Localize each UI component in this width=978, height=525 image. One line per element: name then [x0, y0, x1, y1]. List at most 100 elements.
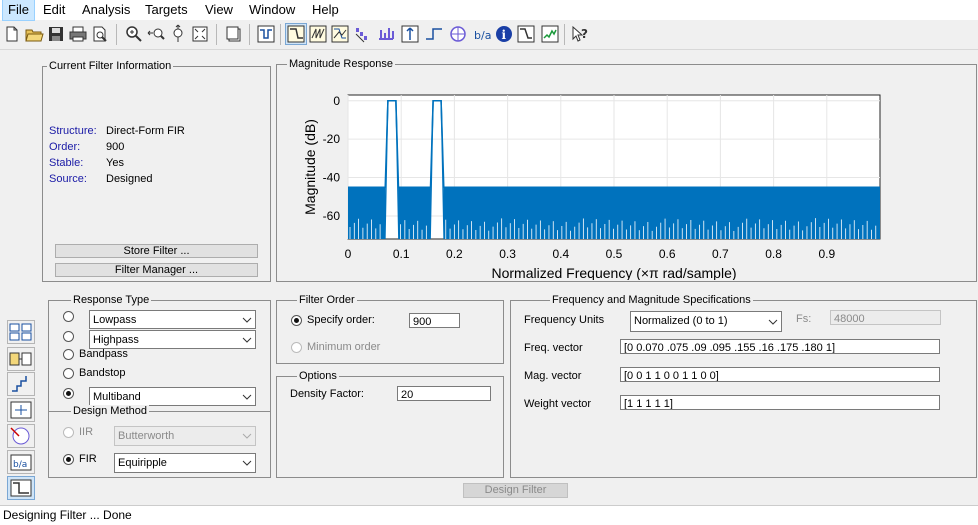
options-panel: Options Density Factor: 20	[276, 370, 504, 478]
lowpass-radio[interactable]	[63, 311, 74, 322]
new-icon[interactable]	[2, 24, 22, 44]
multiband-radio[interactable]	[63, 388, 74, 399]
transform-filter-icon[interactable]	[7, 320, 35, 344]
import-filter-icon[interactable]: b/a	[7, 450, 35, 474]
iir-radio[interactable]	[63, 427, 74, 438]
panel-title: Magnitude Response	[287, 58, 395, 70]
menu-edit[interactable]: Edit	[38, 0, 70, 20]
design-filter-icon[interactable]	[7, 476, 35, 500]
print-icon[interactable]	[68, 24, 88, 44]
step-response-icon[interactable]	[424, 24, 444, 44]
source-label: Source:	[49, 173, 87, 185]
order-input[interactable]: 900	[409, 313, 460, 328]
x-tick-label: 0.2	[446, 247, 463, 261]
x-tick-label: 0.1	[393, 247, 410, 261]
realize-model-icon[interactable]	[7, 398, 35, 422]
magnitude-phase-icon[interactable]	[330, 24, 350, 44]
store-filter-button[interactable]: Store Filter ...	[55, 244, 258, 258]
fs-label: Fs:	[796, 313, 812, 325]
menu-window[interactable]: Window	[244, 0, 300, 20]
new-figure-icon[interactable]	[224, 24, 244, 44]
highpass-radio[interactable]	[63, 331, 74, 342]
pole-zero-icon[interactable]	[448, 24, 468, 44]
bandstop-radio[interactable]	[63, 368, 74, 379]
lowpass-select[interactable]: Lowpass	[89, 310, 256, 329]
save-icon[interactable]	[46, 24, 66, 44]
zoom-in-icon[interactable]	[124, 24, 144, 44]
magnitude-response-icon[interactable]	[285, 23, 307, 45]
chevron-down-icon	[239, 311, 255, 328]
iir-label: IIR	[79, 426, 94, 438]
freq-units-label: Frequency Units	[524, 314, 605, 326]
mag-vector-input[interactable]: [0 0 1 1 0 0 1 1 0 0]	[620, 367, 940, 382]
design-filter-button[interactable]: Design Filter	[463, 483, 568, 498]
filter-designer-icon[interactable]	[256, 24, 276, 44]
phase-response-icon[interactable]	[308, 24, 328, 44]
y-ticks: 0 -20 -40 -60	[323, 94, 341, 223]
chevron-down-icon	[239, 388, 255, 405]
open-icon[interactable]	[24, 24, 44, 44]
toolbar-separator	[280, 24, 281, 45]
iir-method-select[interactable]: Butterworth	[114, 426, 256, 446]
specify-order-radio[interactable]	[291, 315, 302, 326]
freq-units-value: Normalized (0 to 1)	[634, 315, 728, 327]
zoom-x-icon[interactable]	[146, 24, 166, 44]
print-preview-icon[interactable]	[90, 24, 110, 44]
menu-analysis[interactable]: Analysis	[77, 0, 135, 20]
menu-file[interactable]: File	[2, 0, 35, 21]
magnitude-response-chart[interactable]: 0 0.1 0.2 0.3 0.4 0.5 0.6 0.7 0.8 0.9 0-20-40-60 …	[277, 70, 974, 280]
group-delay-icon[interactable]	[352, 24, 372, 44]
fs-input[interactable]: 48000	[830, 310, 941, 325]
minimum-order-radio[interactable]	[291, 342, 302, 353]
side-tool-column: b/a	[0, 62, 40, 502]
highpass-select[interactable]: Highpass	[89, 330, 256, 349]
filter-info-icon[interactable]: i	[494, 24, 514, 44]
x-tick-label: 0	[345, 247, 352, 261]
iir-method-value: Butterworth	[118, 430, 175, 442]
whats-this-icon[interactable]: ?	[570, 24, 590, 44]
multiband-select[interactable]: Multiband	[89, 387, 256, 406]
panel-title: Current Filter Information	[47, 60, 174, 72]
filter-order-panel: Filter Order Specify order: 900 Minimum …	[276, 294, 504, 364]
filter-coefficients-icon[interactable]: b/a	[472, 24, 492, 44]
freq-units-select[interactable]: Normalized (0 to 1)	[630, 311, 782, 332]
menu-help[interactable]: Help	[307, 0, 344, 20]
density-factor-input[interactable]: 20	[397, 386, 491, 401]
fir-radio[interactable]	[63, 454, 74, 465]
menu-view[interactable]: View	[200, 0, 238, 20]
round-off-noise-icon[interactable]	[540, 24, 560, 44]
quantization-icon[interactable]	[7, 372, 35, 396]
impulse-response-icon[interactable]	[400, 24, 420, 44]
toolbar-separator	[216, 24, 217, 45]
weight-vector-input[interactable]: [1 1 1 1 1]	[620, 395, 940, 410]
status-bar: Designing Filter ... Done	[0, 505, 978, 525]
menu-bar: File Edit Analysis Targets View Window H…	[0, 0, 978, 21]
y-tick-label: -40	[323, 171, 341, 185]
svg-text:i: i	[502, 28, 507, 42]
stable-label: Stable:	[49, 157, 84, 169]
menu-targets[interactable]: Targets	[140, 0, 193, 20]
pole-zero-editor-icon[interactable]	[7, 424, 35, 448]
bandstop-label[interactable]: Bandstop	[79, 367, 125, 380]
bandpass-radio[interactable]	[63, 349, 74, 360]
phase-delay-icon[interactable]	[376, 24, 396, 44]
create-multirate-icon[interactable]	[7, 347, 35, 371]
minimum-order-label: Minimum order	[307, 341, 381, 353]
filter-manager-button[interactable]: Filter Manager ...	[55, 263, 258, 277]
freq-vector-label: Freq. vector	[524, 342, 583, 354]
bandpass-label[interactable]: Bandpass	[79, 348, 128, 361]
freq-vector-input[interactable]: [0 0.070 .075 .09 .095 .155 .16 .175 .18…	[620, 339, 940, 354]
panel-title: Frequency and Magnitude Specifications	[550, 294, 753, 306]
magnitude-estimate-icon[interactable]	[516, 24, 536, 44]
stopband-ripple	[398, 187, 431, 239]
full-view-icon[interactable]	[190, 24, 210, 44]
x-tick-label: 0.7	[712, 247, 729, 261]
x-tick-label: 0.3	[499, 247, 516, 261]
multiband-select-value: Multiband	[93, 391, 141, 403]
zoom-y-icon[interactable]	[168, 24, 188, 44]
freq-mag-specs-panel: Frequency and Magnitude Specifications F…	[510, 294, 977, 478]
fir-method-select[interactable]: Equiripple	[114, 453, 256, 473]
x-tick-label: 0.8	[765, 247, 782, 261]
panel-title: Response Type	[71, 294, 152, 306]
order-label: Order:	[49, 141, 81, 153]
